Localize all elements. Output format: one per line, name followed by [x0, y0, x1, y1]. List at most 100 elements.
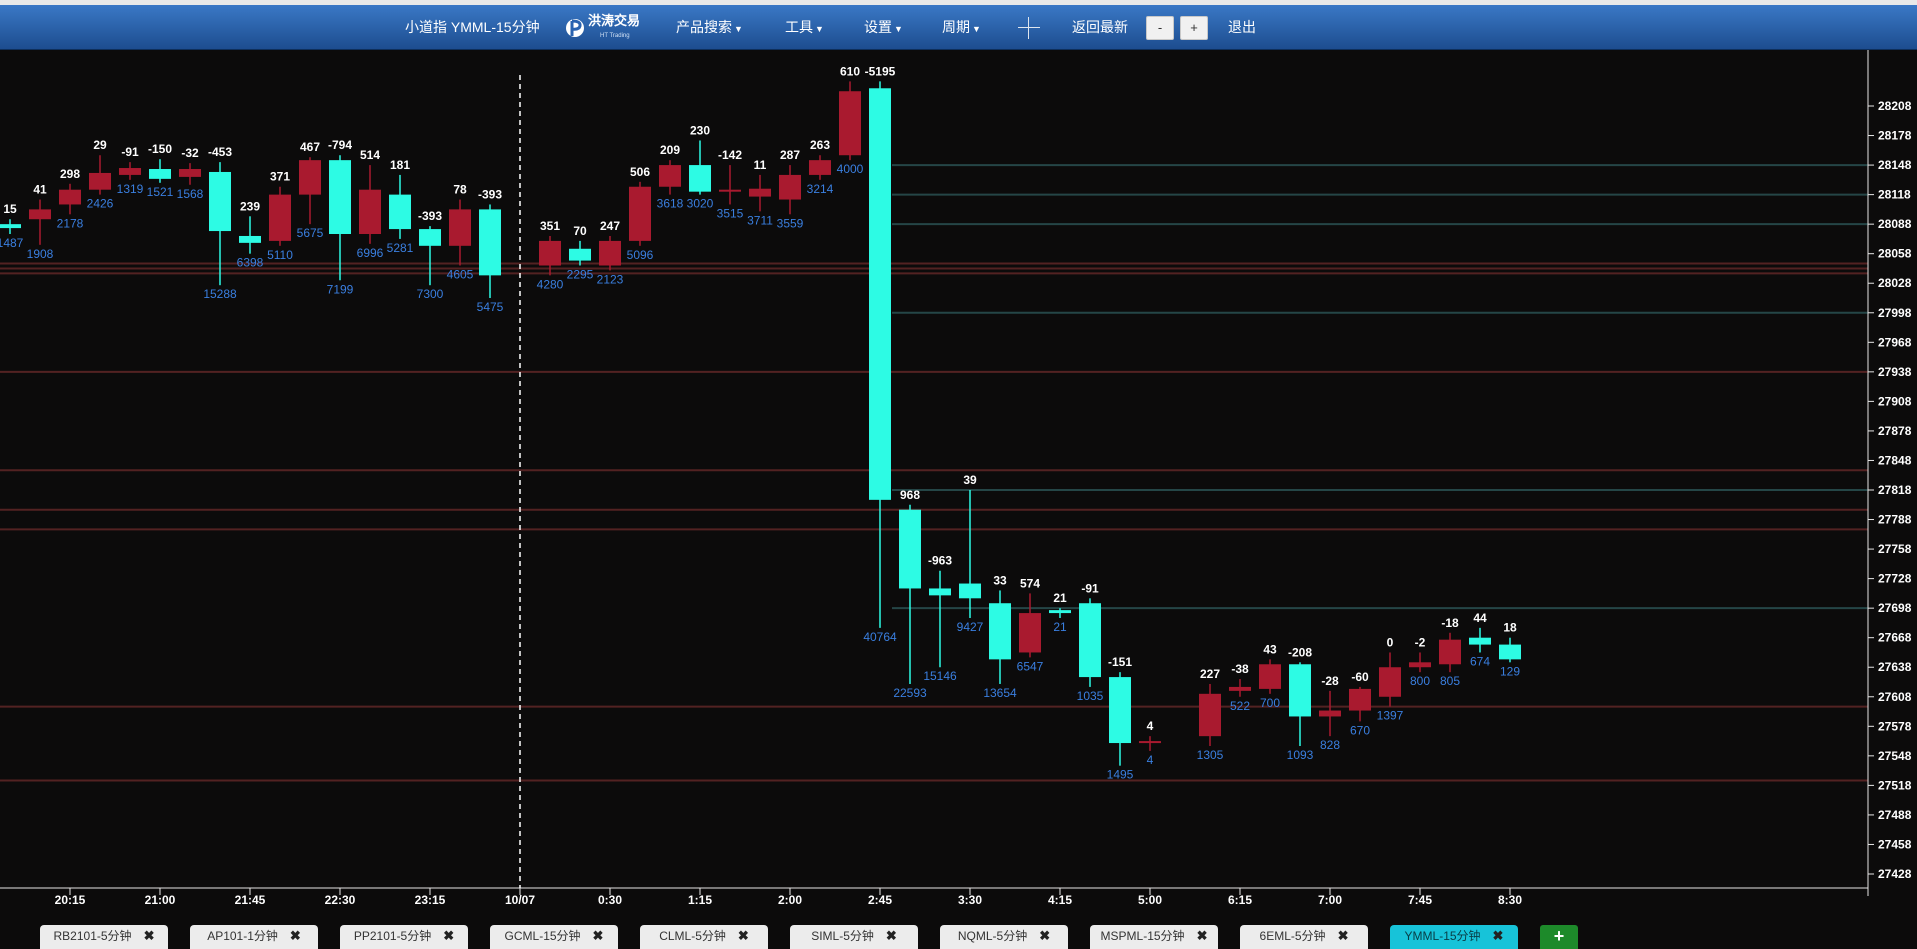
tab-AP101-1分钟[interactable]: AP101-1分钟 ✖ — [190, 925, 318, 949]
tab-6EML-5分钟[interactable]: 6EML-5分钟 ✖ — [1240, 925, 1368, 949]
x-tick-label: 10/07 — [505, 893, 535, 907]
candle-body — [1469, 637, 1491, 645]
crosshair-icon[interactable] — [1018, 17, 1040, 39]
close-icon[interactable]: ✖ — [886, 928, 897, 943]
candle-body — [779, 174, 801, 200]
candle-delta-label: -2 — [1415, 635, 1426, 649]
candle-body — [1259, 664, 1281, 689]
tab-label: PP2101-5分钟 — [353, 929, 432, 943]
y-tick-label: 27668 — [1878, 631, 1912, 645]
tab-GCML-15分钟[interactable]: GCML-15分钟 ✖ — [490, 925, 618, 949]
candle-volume-label: 1568 — [177, 187, 204, 201]
candle-body — [869, 88, 891, 500]
candle-delta-label: -28 — [1321, 674, 1339, 688]
candle-volume-label: 6547 — [1017, 659, 1044, 673]
y-tick-label: 27698 — [1878, 601, 1912, 615]
close-icon[interactable]: ✖ — [1338, 928, 1349, 943]
candle-volume-label: 1495 — [1107, 768, 1134, 782]
close-icon[interactable]: ✖ — [1197, 928, 1208, 943]
add-tab-button[interactable]: + — [1540, 925, 1578, 949]
candle-delta-label: 371 — [270, 170, 290, 184]
candle-volume-label: 522 — [1230, 699, 1250, 713]
candle-delta-label: -5195 — [865, 64, 896, 78]
tab-label: 6EML-5分钟 — [1259, 929, 1326, 943]
y-tick-label: 27878 — [1878, 424, 1912, 438]
close-icon[interactable]: ✖ — [144, 928, 155, 943]
candle-volume-label: 40764 — [863, 630, 897, 644]
candle-delta-label: 239 — [240, 199, 260, 213]
zoom-in-button[interactable]: + — [1180, 16, 1208, 40]
y-tick-label: 27968 — [1878, 335, 1912, 349]
back-latest-button[interactable]: 返回最新 — [1072, 5, 1128, 49]
close-icon[interactable]: ✖ — [1493, 928, 1504, 943]
close-icon[interactable]: ✖ — [1039, 928, 1050, 943]
x-tick-label: 23:15 — [415, 893, 446, 907]
tab-CLML-5分钟[interactable]: CLML-5分钟 ✖ — [640, 925, 768, 949]
candle-volume-label: 1397 — [1377, 709, 1404, 723]
zoom-out-button[interactable]: - — [1146, 16, 1174, 40]
candle-delta-label: 33 — [993, 573, 1007, 587]
candlestick-chart[interactable]: 28208 28178 28148 28118 28088 28058 28028 27998… — [0, 50, 1917, 946]
candle-delta-label: -151 — [1108, 655, 1132, 669]
exit-button[interactable]: 退出 — [1228, 5, 1256, 49]
menu-product-search[interactable]: 产品搜索 ▼ — [676, 5, 743, 49]
candle-volume-label: 1319 — [117, 182, 144, 196]
candle-delta-label: 78 — [453, 183, 467, 197]
candle-delta-label: -142 — [718, 148, 742, 162]
candle-volume-label: 4280 — [537, 277, 564, 291]
menu-period[interactable]: 周期 ▼ — [942, 5, 981, 49]
close-icon[interactable]: ✖ — [290, 928, 301, 943]
candle-body — [59, 189, 81, 205]
candle-body — [1349, 688, 1371, 711]
candle-volume-label: 4605 — [447, 268, 474, 282]
candle-delta-label: -150 — [148, 142, 172, 156]
y-tick-label: 27458 — [1878, 837, 1912, 851]
candle-delta-label: -91 — [121, 145, 139, 159]
candle-body — [629, 186, 651, 241]
candle-volume-label: 700 — [1260, 696, 1280, 710]
close-icon[interactable]: ✖ — [443, 928, 454, 943]
candle-delta-label: 39 — [963, 473, 977, 487]
candle-delta-label: 11 — [754, 158, 767, 172]
menu-settings[interactable]: 设置 ▼ — [864, 5, 903, 49]
candle-body — [359, 189, 381, 234]
x-tick-label: 8:30 — [1498, 893, 1522, 907]
candle-volume-label: 5281 — [387, 241, 414, 255]
candle-delta-label: 227 — [1200, 667, 1220, 681]
candle-volume-label: 5675 — [297, 226, 324, 240]
y-tick-label: 27848 — [1878, 453, 1912, 467]
candle-delta-label: 181 — [390, 158, 410, 172]
candle-delta-label: -963 — [928, 554, 952, 568]
tab-SIML-5分钟[interactable]: SIML-5分钟 ✖ — [790, 925, 918, 949]
candle-delta-label: -60 — [1351, 670, 1369, 684]
tab-PP2101-5分钟[interactable]: PP2101-5分钟 ✖ — [340, 925, 468, 949]
candle-body — [389, 194, 411, 230]
candle-body — [1079, 603, 1101, 678]
x-tick-label: 5:00 — [1138, 893, 1162, 907]
candle-body — [119, 168, 141, 175]
chart-title: 小道指 YMML-15分钟 — [405, 19, 540, 35]
close-icon[interactable]: ✖ — [738, 928, 749, 943]
menu-tools[interactable]: 工具 ▼ — [785, 5, 824, 49]
tab-RB2101-5分钟[interactable]: RB2101-5分钟 ✖ — [40, 925, 168, 949]
close-icon[interactable]: ✖ — [593, 928, 604, 943]
tab-NQML-5分钟[interactable]: NQML-5分钟 ✖ — [940, 925, 1068, 949]
tab-MSPML-15分钟[interactable]: MSPML-15分钟 ✖ — [1090, 925, 1218, 949]
candle-delta-label: 41 — [33, 183, 47, 197]
candle-volume-label: 5110 — [267, 248, 293, 262]
candle-volume-label: 2295 — [567, 268, 594, 282]
candle-volume-label: 1521 — [147, 185, 174, 199]
y-tick-label: 28088 — [1878, 217, 1912, 231]
y-tick-label: 27788 — [1878, 513, 1912, 527]
candle-body — [479, 209, 501, 276]
y-tick-label: 27938 — [1878, 365, 1912, 379]
candle-delta-label: -208 — [1288, 645, 1312, 659]
candle-volume-label: 9427 — [957, 620, 984, 634]
candle-body — [1499, 644, 1521, 660]
candle-body — [809, 160, 831, 175]
y-tick-label: 27488 — [1878, 808, 1912, 822]
y-tick-label: 27728 — [1878, 572, 1912, 586]
candle-body — [299, 160, 321, 195]
tab-YMML-15分钟[interactable]: YMML-15分钟 ✖ — [1390, 925, 1518, 949]
y-tick-label: 27998 — [1878, 306, 1912, 320]
